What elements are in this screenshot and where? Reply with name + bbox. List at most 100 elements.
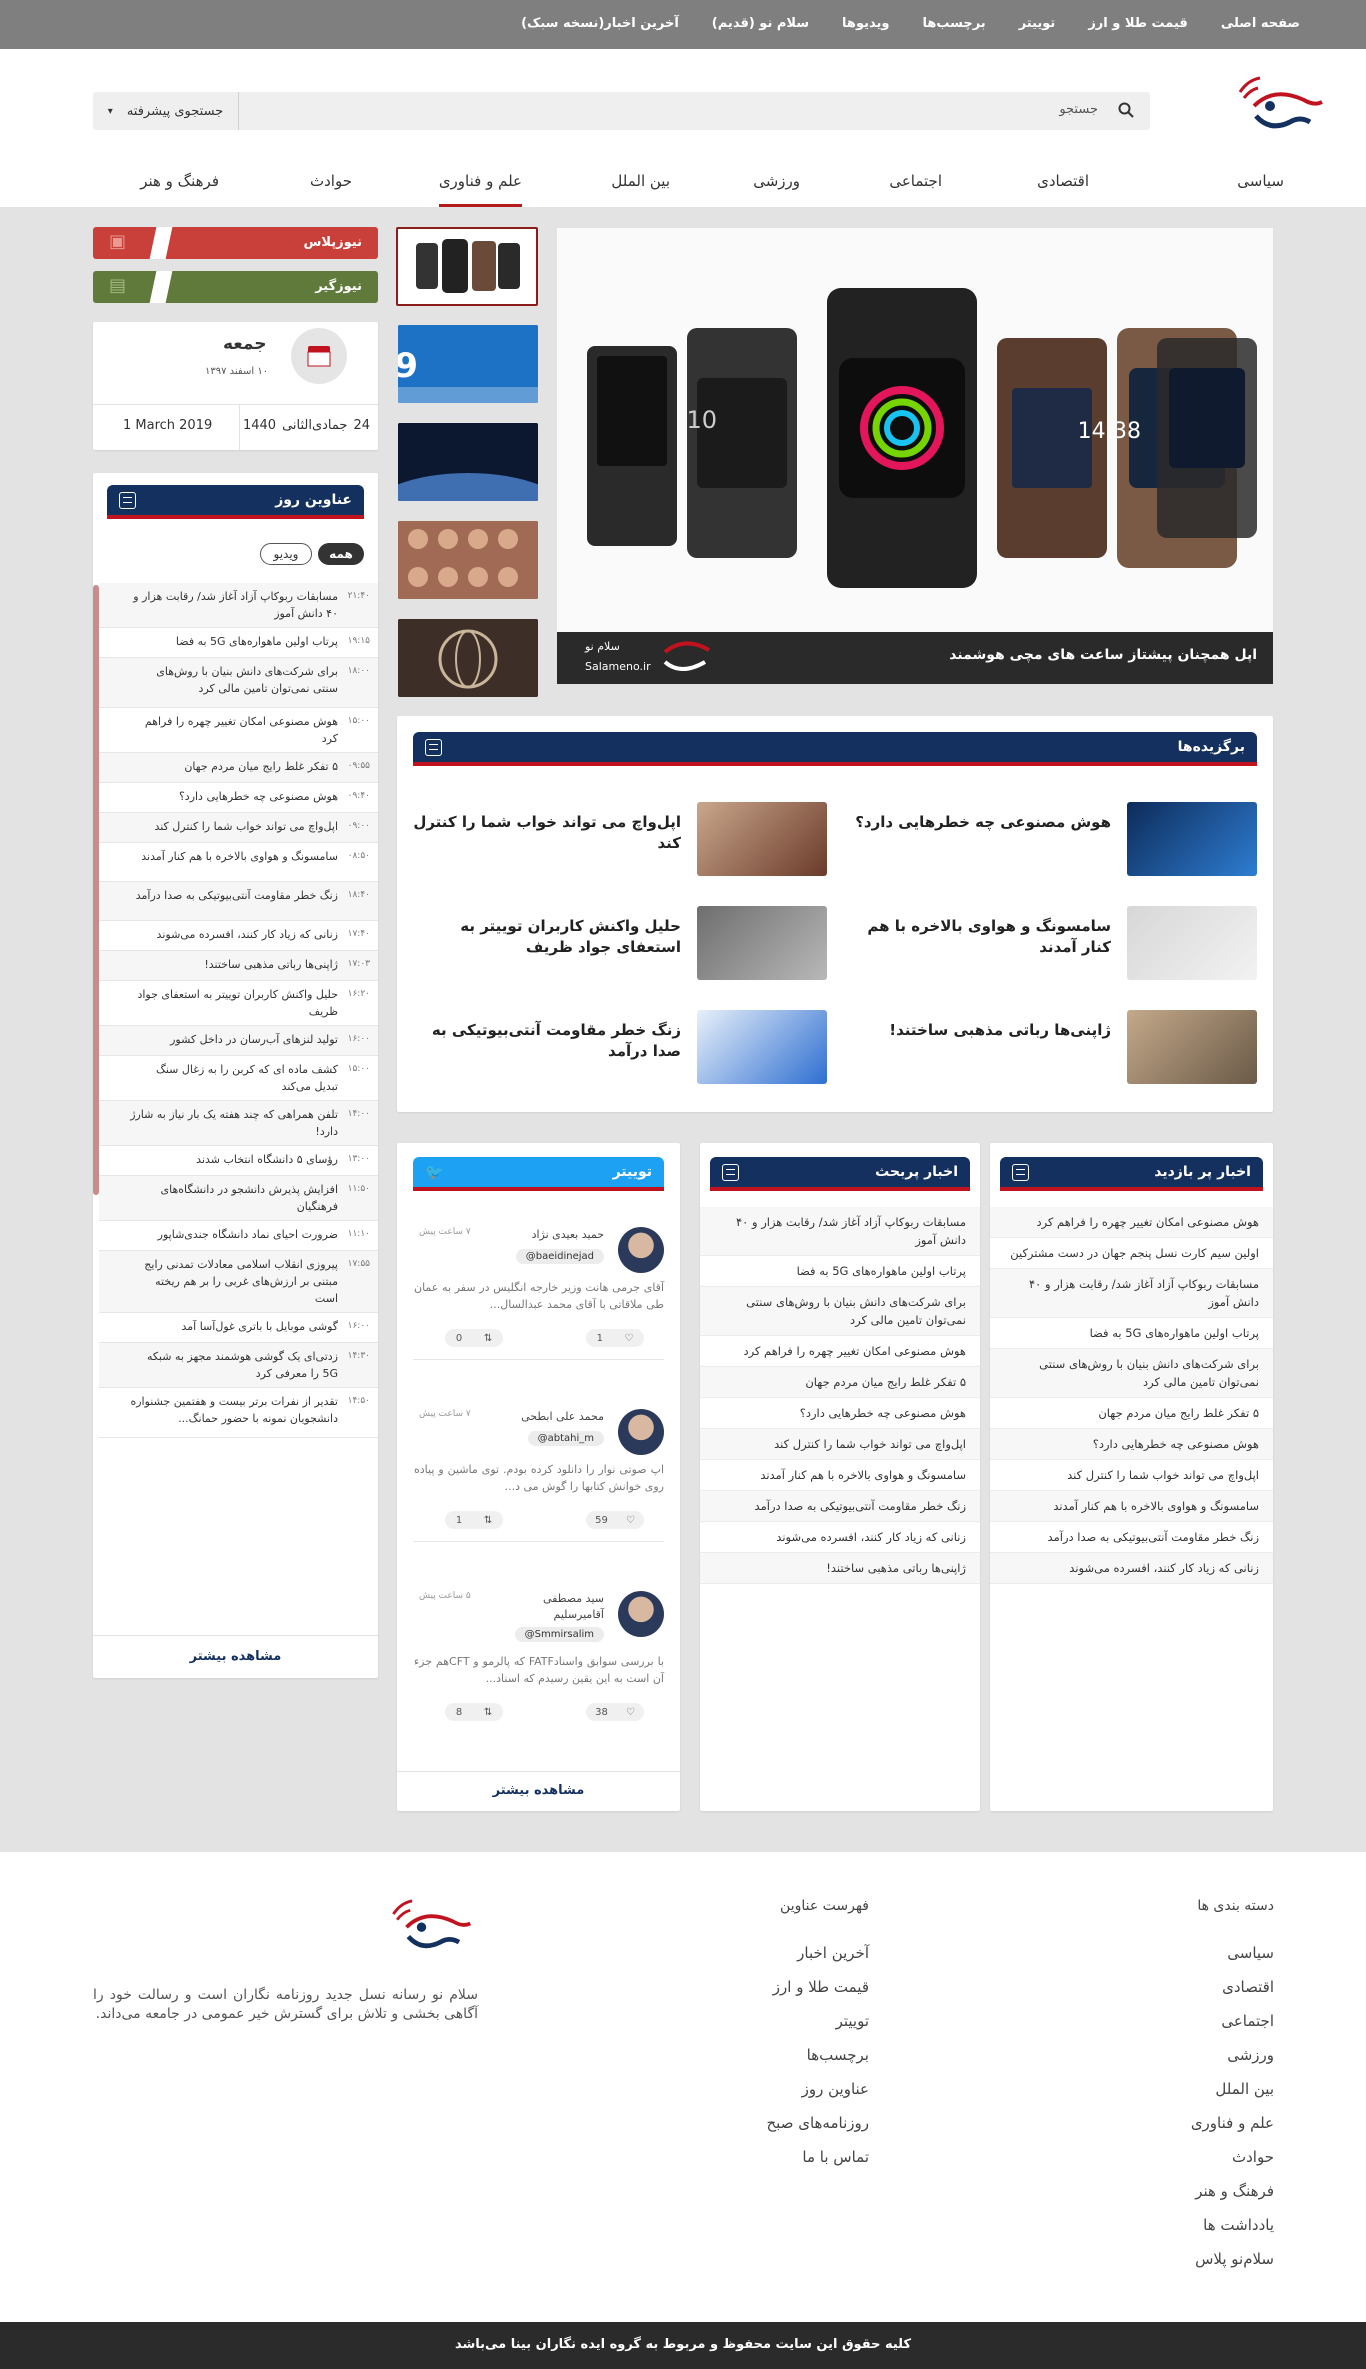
footer-link[interactable]: روزنامه‌های صبح — [767, 2114, 870, 2148]
headline-item[interactable]: ۱۴:۳۰ زدتی‌ای یک گوشی هوشمند مجهز به شبکه… — [99, 1343, 378, 1388]
tweet-author-name[interactable]: سید مصطفی آقامیرسلیم — [514, 1591, 604, 1623]
footer-link[interactable]: عناوین روز — [767, 2080, 869, 2114]
tweet-handle[interactable]: @abtahi_m — [527, 1431, 604, 1446]
hero-thumb-robocup[interactable]: 2019 — [398, 325, 538, 403]
list-item[interactable]: زنگ خطر مقاومت آنتی‌بیوتیکی به صدا درآمد — [700, 1491, 980, 1522]
footer-link[interactable]: برچسب‌ها — [767, 2046, 869, 2080]
search-icon[interactable] — [1118, 102, 1134, 118]
headline-item[interactable]: ۱۴:۵۰ تقدیر از نفرات برتر بیست و هفتمین ج… — [99, 1388, 378, 1438]
footer-category-link[interactable]: اجتماعی — [1191, 2012, 1274, 2046]
list-item[interactable]: برای شرکت‌های دانش بنیان با روش‌های سنتی… — [700, 1287, 980, 1336]
list-item[interactable]: زنگ خطر مقاومت آنتی‌بیوتیکی به صدا درآمد — [990, 1522, 1273, 1553]
tweet-handle[interactable]: @Smmirsalim — [514, 1627, 604, 1642]
cat-politics[interactable]: سیاسی — [1237, 172, 1284, 207]
footer-category-link[interactable]: سیاسی — [1191, 1944, 1274, 1978]
featured-title-text[interactable]: هوش مصنوعی چه خطرهایی دارد؟ — [841, 812, 1111, 833]
hero-thumb-earth[interactable] — [398, 423, 538, 501]
tab-video[interactable]: ویدیو — [260, 543, 312, 565]
cat-incidents[interactable]: حوادث — [310, 172, 352, 207]
featured-thumb[interactable] — [1127, 906, 1257, 980]
hero-thumb-robot[interactable] — [398, 619, 538, 697]
footer-category-link[interactable]: اقتصادی — [1191, 1978, 1274, 2012]
headline-item[interactable]: ۱۶:۲۰ حلیل واکنش کاربران توییتر به استعفا… — [99, 981, 378, 1026]
list-item[interactable]: ۵ تفکر غلط رایج میان مردم جهان — [990, 1398, 1273, 1429]
like-button[interactable]: ♡ 1 — [586, 1329, 644, 1347]
list-item[interactable]: مسابقات ربوکاپ آزاد آغاز شد/ رقابت هزار … — [990, 1269, 1273, 1318]
list-item[interactable]: هوش مصنوعی چه خطرهایی دارد؟ — [700, 1398, 980, 1429]
cat-social[interactable]: اجتماعی — [889, 172, 942, 207]
featured-title-text[interactable]: سامسونگ و هواوی بالاخره با هم کنار آمدند — [841, 916, 1111, 958]
footer-link[interactable]: توییتر — [767, 2012, 869, 2046]
headline-item[interactable]: ۱۱:۵۰ افزایش پذیرش دانشجو در دانشگاه‌های … — [99, 1176, 378, 1221]
topnav-videos[interactable]: ویدیوها — [842, 16, 889, 31]
list-item[interactable]: هوش مصنوعی امکان تغییر چهره را فراهم کرد — [700, 1336, 980, 1367]
tweet-author-name[interactable]: محمد علی ابطحی — [514, 1409, 604, 1425]
headline-item[interactable]: ۱۷:۴۰ زنانی که زیاد کار کنند، افسرده می‌ش… — [99, 921, 378, 951]
footer-link[interactable]: قیمت طلا و ارز — [767, 1978, 869, 2012]
topnav-light[interactable]: آخرین اخبار(نسخه سبک) — [521, 16, 679, 31]
list-item[interactable]: اولین سیم کارت نسل پنجم جهان در دست مشتر… — [990, 1238, 1273, 1269]
cat-sport[interactable]: ورزشی — [753, 172, 800, 207]
cat-science[interactable]: علم و فناوری — [438, 172, 522, 207]
footer-category-link[interactable]: ورزشی — [1191, 2046, 1274, 2080]
tweet-handle[interactable]: @baeidinejad — [515, 1249, 604, 1264]
cat-economy[interactable]: اقتصادی — [1037, 172, 1089, 207]
hero-slider[interactable]: 10 14:38 اپل همچنان پیشتاز ساعت های مچی … — [557, 228, 1273, 684]
site-logo[interactable] — [1230, 76, 1326, 142]
headline-item[interactable]: ۱۴:۰۰ تلفن همراهی که چند هفته یک بار نیاز… — [99, 1101, 378, 1146]
retweet-button[interactable]: ⇅ 8 — [445, 1703, 503, 1721]
like-button[interactable]: ♡ 38 — [586, 1703, 644, 1721]
like-button[interactable]: ♡ 59 — [586, 1511, 644, 1529]
headline-item[interactable]: ۱۶:۰۰ گوشی موبایل با باتری غول‌آسا آمد — [99, 1313, 378, 1343]
list-item[interactable]: سامسونگ و هواوی بالاخره با هم کنار آمدند — [990, 1491, 1273, 1522]
featured-thumb[interactable] — [1127, 1010, 1257, 1084]
topnav-old[interactable]: سلام نو (قدیم) — [712, 16, 809, 31]
list-item[interactable]: مسابقات ربوکاپ آزاد آغاز شد/ رقابت هزار … — [700, 1207, 980, 1256]
retweet-button[interactable]: ⇅ 0 — [445, 1329, 503, 1347]
featured-title-text[interactable]: اپل‌واچ می تواند خواب شما را کنترل کند — [411, 812, 681, 854]
featured-thumb[interactable] — [697, 802, 827, 876]
hero-thumb-watches[interactable] — [396, 227, 538, 306]
featured-thumb[interactable] — [697, 906, 827, 980]
featured-title-text[interactable]: زنگ خطر مقاومت آنتی‌بیوتیکی به صدا درآمد — [411, 1020, 681, 1062]
headlines-more-link[interactable]: مشاهده بیشتر — [93, 1649, 378, 1664]
cat-culture[interactable]: فرهنگ و هنر — [140, 172, 219, 207]
search-input[interactable]: جستجو — [1059, 102, 1098, 117]
list-item[interactable]: اپل‌واچ می تواند خواب شما را کنترل کند — [990, 1460, 1273, 1491]
list-item[interactable]: سامسونگ و هواوی بالاخره با هم کنار آمدند — [700, 1460, 980, 1491]
list-item[interactable]: پرتاب اولین ماهواره‌های 5G به فضا — [700, 1256, 980, 1287]
hero-thumb-faces[interactable] — [398, 521, 538, 599]
footer-link[interactable]: آخرین اخبار — [767, 1944, 869, 1978]
footer-category-link[interactable]: حوادث — [1191, 2148, 1274, 2182]
tab-all[interactable]: همه — [318, 543, 364, 565]
headline-item[interactable]: ۱۸:۰۰ برای شرکت‌های دانش بنیان با روش‌های… — [99, 658, 378, 708]
headline-item[interactable]: ۰۹:۴۰ هوش مصنوعی چه خطرهایی دارد؟ — [99, 783, 378, 813]
headline-item[interactable]: ۱۵:۰۰ کشف ماده ای که کربن را به زغال سنگ … — [99, 1056, 378, 1101]
list-item[interactable]: اپل‌واچ می تواند خواب شما را کنترل کند — [700, 1429, 980, 1460]
headline-item[interactable]: ۰۹:۵۵ ۵ تفکر غلط رایج میان مردم جهان — [99, 753, 378, 783]
hero-caption[interactable]: اپل همچنان پیشتاز ساعت های مچی هوشمند — [949, 647, 1257, 663]
tweet-author-name[interactable]: حمید بعیدی نژاد — [514, 1227, 604, 1243]
tweet-avatar[interactable] — [618, 1227, 664, 1273]
footer-category-link[interactable]: علم و فناوری — [1191, 2114, 1274, 2148]
topnav-home[interactable]: صفحه اصلی — [1221, 16, 1300, 31]
list-item[interactable]: زنانی که زیاد کار کنند، افسرده می‌شوند — [990, 1553, 1273, 1584]
footer-link[interactable]: تماس با ما — [767, 2148, 869, 2182]
list-item[interactable]: برای شرکت‌های دانش بنیان با روش‌های سنتی… — [990, 1349, 1273, 1398]
topnav-gold[interactable]: قیمت طلا و ارز — [1088, 16, 1188, 31]
cat-international[interactable]: بین الملل — [611, 172, 670, 207]
newsplus-button[interactable]: نیوزپلاس ▣ — [93, 227, 378, 259]
footer-logo[interactable] — [384, 1898, 474, 1966]
featured-title-text[interactable]: ژاپنی‌ها رباتی مذهبی ساختند! — [841, 1020, 1111, 1041]
featured-thumb[interactable] — [1127, 802, 1257, 876]
headline-item[interactable]: ۱۸:۴۰ زنگ خطر مقاومت آنتی‌بیوتیکی به صدا … — [99, 882, 378, 921]
headline-item[interactable]: ۰۹:۰۰ اپل‌واچ می تواند خواب شما را کنترل … — [99, 813, 378, 843]
list-item[interactable]: هوش مصنوعی چه خطرهایی دارد؟ — [990, 1429, 1273, 1460]
featured-title-text[interactable]: حلیل واکنش کاربران توییتر به استعفای جوا… — [411, 916, 681, 958]
twitter-more-link[interactable]: مشاهده بیشتر — [397, 1783, 680, 1798]
list-item[interactable]: هوش مصنوعی امکان تغییر چهره را فراهم کرد — [990, 1207, 1273, 1238]
footer-category-link[interactable]: بین الملل — [1191, 2080, 1274, 2114]
newsgraph-button[interactable]: نیوزگیر ▤ — [93, 271, 378, 303]
tweet-avatar[interactable] — [618, 1591, 664, 1637]
headline-item[interactable]: ۱۹:۱۵ پرتاب اولین ماهواره‌های 5G به فضا — [99, 628, 378, 658]
